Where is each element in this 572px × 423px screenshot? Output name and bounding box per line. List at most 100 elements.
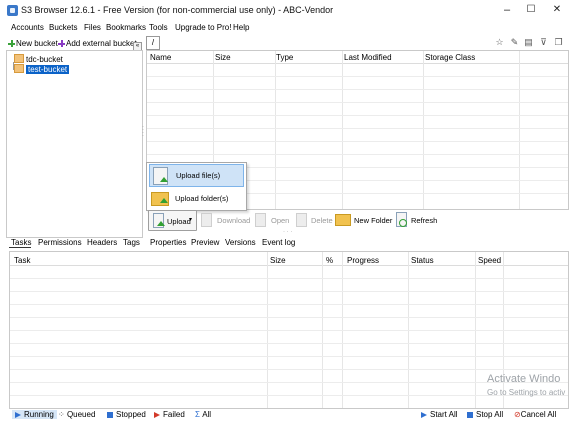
failed-icon — [154, 412, 160, 418]
stopped-label: Stopped — [116, 410, 146, 419]
tab-tasks[interactable]: Tasks — [11, 238, 31, 247]
tab-properties[interactable]: Properties — [150, 238, 186, 247]
tab-versions[interactable]: Versions — [225, 238, 256, 247]
cancel-all-button[interactable]: ⊘Cancel All — [514, 410, 556, 419]
bucket-icon — [14, 54, 24, 63]
panel-splitter[interactable]: · · · · — [142, 124, 144, 139]
upload-files-label: Upload file(s) — [176, 171, 221, 180]
filter-icon[interactable]: ⊽ — [539, 38, 548, 47]
column-header-task-size[interactable]: Size — [270, 256, 286, 265]
header-divider — [147, 63, 568, 64]
filter-failed-button[interactable]: Failed — [154, 410, 185, 419]
row-line — [147, 154, 568, 155]
all-label: All — [202, 410, 212, 419]
tab-tags[interactable]: Tags — [123, 238, 140, 247]
tab-headers[interactable]: Headers — [87, 238, 117, 247]
close-button[interactable]: ✕ — [546, 3, 568, 17]
column-header-speed[interactable]: Speed — [478, 256, 501, 265]
bucket-label-selected: test-bucket — [26, 65, 70, 74]
column-divider — [423, 51, 424, 209]
row-line — [10, 291, 568, 292]
upload-folder-label: Upload folder(s) — [175, 194, 229, 203]
activate-windows-watermark-subtitle: Go to Settings to activ — [487, 388, 566, 397]
minimize-button[interactable]: – — [496, 3, 518, 17]
column-header-task[interactable]: Task — [14, 256, 30, 265]
upload-folder-menu-item[interactable]: Upload folder(s) — [149, 188, 242, 209]
menu-files[interactable]: Files — [84, 23, 101, 32]
menu-buckets[interactable]: Buckets — [49, 23, 77, 32]
copy-icon[interactable]: ❐ — [554, 38, 563, 47]
file-upload-icon — [153, 167, 168, 185]
open-button[interactable]: Open — [253, 210, 291, 229]
tab-event-log[interactable]: Event log — [262, 238, 295, 247]
filter-running-button[interactable]: Running — [12, 410, 57, 419]
tasks-grid[interactable] — [9, 251, 569, 409]
dropdown-arrow-icon: ▾ — [189, 217, 193, 223]
new-bucket-label: New bucket — [16, 39, 58, 48]
row-line — [10, 369, 568, 370]
upload-button[interactable]: Upload ▾ — [148, 210, 197, 231]
menu-accounts[interactable]: Accounts — [11, 23, 44, 32]
start-all-label: Start All — [430, 410, 458, 419]
add-external-bucket-label: Add external bucket — [66, 39, 137, 48]
column-divider — [275, 51, 276, 209]
failed-label: Failed — [163, 410, 185, 419]
row-line — [10, 382, 568, 383]
filter-queued-button[interactable]: ⁘ Queued — [58, 410, 95, 419]
sum-icon: Σ — [195, 410, 200, 419]
tab-permissions[interactable]: Permissions — [38, 238, 82, 247]
edit-pencil-icon[interactable]: ✎ — [510, 38, 519, 47]
open-label: Open — [271, 216, 290, 225]
new-folder-button[interactable]: New Folder — [334, 210, 392, 229]
menu-help[interactable]: Help — [233, 23, 249, 32]
view-list-icon[interactable]: ▤ — [524, 38, 533, 47]
upload-files-menu-item[interactable]: Upload file(s) — [149, 164, 244, 187]
column-header-size[interactable]: Size — [215, 53, 231, 62]
row-line — [10, 278, 568, 279]
plus-icon — [8, 40, 15, 47]
bucket-item-test-bucket[interactable]: test-bucket — [14, 64, 70, 74]
delete-button[interactable]: Delete — [294, 210, 333, 229]
plus-icon — [58, 40, 65, 47]
bucket-icon — [14, 64, 24, 73]
stop-all-button[interactable]: Stop All — [467, 410, 503, 419]
start-all-button[interactable]: Start All — [421, 410, 458, 419]
upload-label: Upload — [167, 217, 191, 226]
add-external-bucket-button[interactable]: Add external bucket — [58, 39, 137, 48]
column-header-name[interactable]: Name — [150, 53, 171, 62]
menu-tools[interactable]: Tools — [149, 23, 168, 32]
download-button[interactable]: Download — [199, 210, 251, 229]
play-icon — [15, 412, 21, 418]
queued-icon: ⁘ — [58, 410, 65, 419]
bucket-item-tdc-bucket[interactable]: tdc-bucket — [14, 54, 63, 64]
tab-preview[interactable]: Preview — [191, 238, 219, 247]
column-divider — [519, 51, 520, 209]
s3-browser-app-icon — [7, 5, 18, 16]
column-header-type[interactable]: Type — [276, 53, 293, 62]
bookmark-star-icon[interactable]: ☆ — [495, 38, 504, 47]
refresh-button[interactable]: Refresh — [395, 210, 437, 229]
horizontal-splitter[interactable]: · · · — [283, 229, 292, 235]
running-label: Running — [24, 410, 54, 419]
maximize-button[interactable]: ☐ — [520, 3, 542, 17]
new-folder-icon — [335, 214, 351, 226]
row-line — [10, 330, 568, 331]
column-header-percent[interactable]: % — [326, 256, 333, 265]
download-icon — [201, 213, 212, 227]
row-line — [147, 128, 568, 129]
stop-all-icon — [467, 412, 473, 418]
row-line — [147, 141, 568, 142]
filter-stopped-button[interactable]: Stopped — [107, 410, 146, 419]
filter-all-button[interactable]: Σ All — [195, 410, 211, 419]
new-bucket-button[interactable]: New bucket — [8, 39, 58, 48]
column-header-storage-class[interactable]: Storage Class — [425, 53, 475, 62]
menu-upgrade[interactable]: Upgrade to Pro! — [175, 23, 231, 32]
menu-bookmarks[interactable]: Bookmarks — [106, 23, 146, 32]
upload-icon — [153, 213, 165, 228]
column-header-progress[interactable]: Progress — [347, 256, 379, 265]
column-header-last-modified[interactable]: Last Modified — [344, 53, 392, 62]
cancel-icon: ⊘ — [514, 410, 521, 419]
path-input[interactable]: / — [146, 36, 160, 50]
column-header-status[interactable]: Status — [411, 256, 434, 265]
download-label: Download — [217, 216, 251, 225]
